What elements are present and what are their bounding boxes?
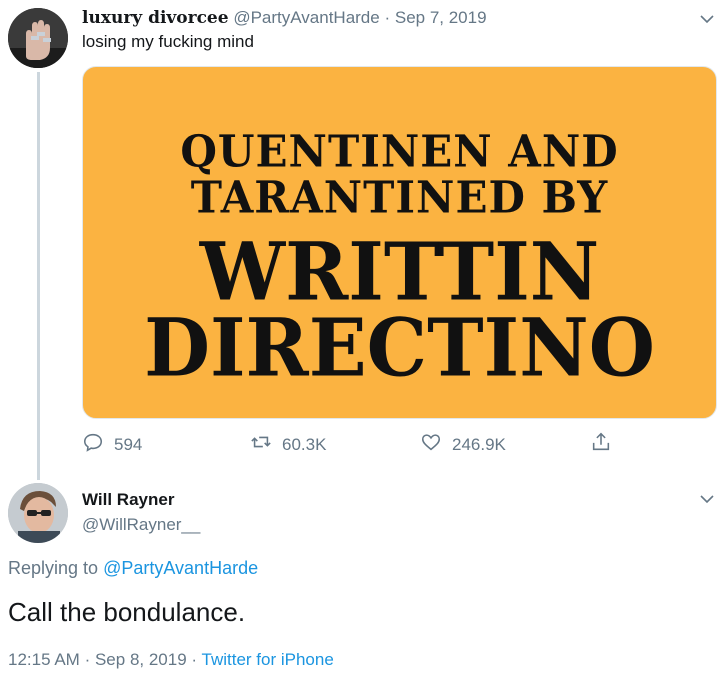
share-icon xyxy=(590,431,622,458)
avatar[interactable] xyxy=(8,483,68,543)
media-line: QUENTINEN AND xyxy=(180,125,619,178)
media-image[interactable]: QUENTINEN AND TARANTINED BY WRITTIN DIRE… xyxy=(82,66,717,419)
handle[interactable]: @PartyAvantHarde xyxy=(233,8,379,27)
reply-button[interactable]: 594 xyxy=(82,431,142,458)
tweet-date[interactable]: Sep 8, 2019 xyxy=(95,650,187,669)
media-line: DIRECTINO xyxy=(144,300,655,395)
separator: · xyxy=(191,650,198,669)
tweet-text: Call the bondulance. xyxy=(8,597,246,627)
retweet-icon xyxy=(250,431,282,458)
share-button[interactable] xyxy=(590,431,622,458)
display-name[interactable]: Will Rayner xyxy=(82,490,174,510)
separator: · xyxy=(84,650,91,669)
replying-to-link[interactable]: @PartyAvantHarde xyxy=(103,558,258,578)
retweet-button[interactable]: 60.3K xyxy=(250,431,326,458)
tweet-date[interactable]: Sep 7, 2019 xyxy=(395,8,487,27)
tweet-source[interactable]: Twitter for iPhone xyxy=(202,650,334,669)
reply-count: 594 xyxy=(114,434,143,454)
tweet-text: losing my fucking mind xyxy=(82,32,254,51)
handle[interactable]: @WillRayner__ xyxy=(82,515,200,535)
media-line: TARANTINED BY xyxy=(190,171,609,224)
chevron-down-icon[interactable] xyxy=(697,489,717,509)
tweet-time[interactable]: 12:15 AM xyxy=(8,650,80,669)
like-count: 246.9K xyxy=(452,434,506,454)
chevron-down-icon[interactable] xyxy=(697,9,717,29)
display-name[interactable]: luxury divorcee xyxy=(82,8,229,28)
reply-icon xyxy=(82,431,114,458)
separator: · xyxy=(384,8,391,27)
tweet-header: luxury divorcee @PartyAvantHarde · Sep 7… xyxy=(82,7,487,29)
tweet-actions: 594 60.3K 246.9K xyxy=(82,431,622,461)
like-button[interactable]: 246.9K xyxy=(420,431,506,458)
replying-to: Replying to @PartyAvantHarde xyxy=(8,558,258,579)
tweet-meta: 12:15 AM · Sep 8, 2019 · Twitter for iPh… xyxy=(8,650,334,670)
avatar[interactable] xyxy=(8,8,68,68)
replying-prefix: Replying to xyxy=(8,558,99,578)
thread-line xyxy=(37,72,40,480)
retweet-count: 60.3K xyxy=(282,434,327,454)
like-icon xyxy=(420,431,452,458)
